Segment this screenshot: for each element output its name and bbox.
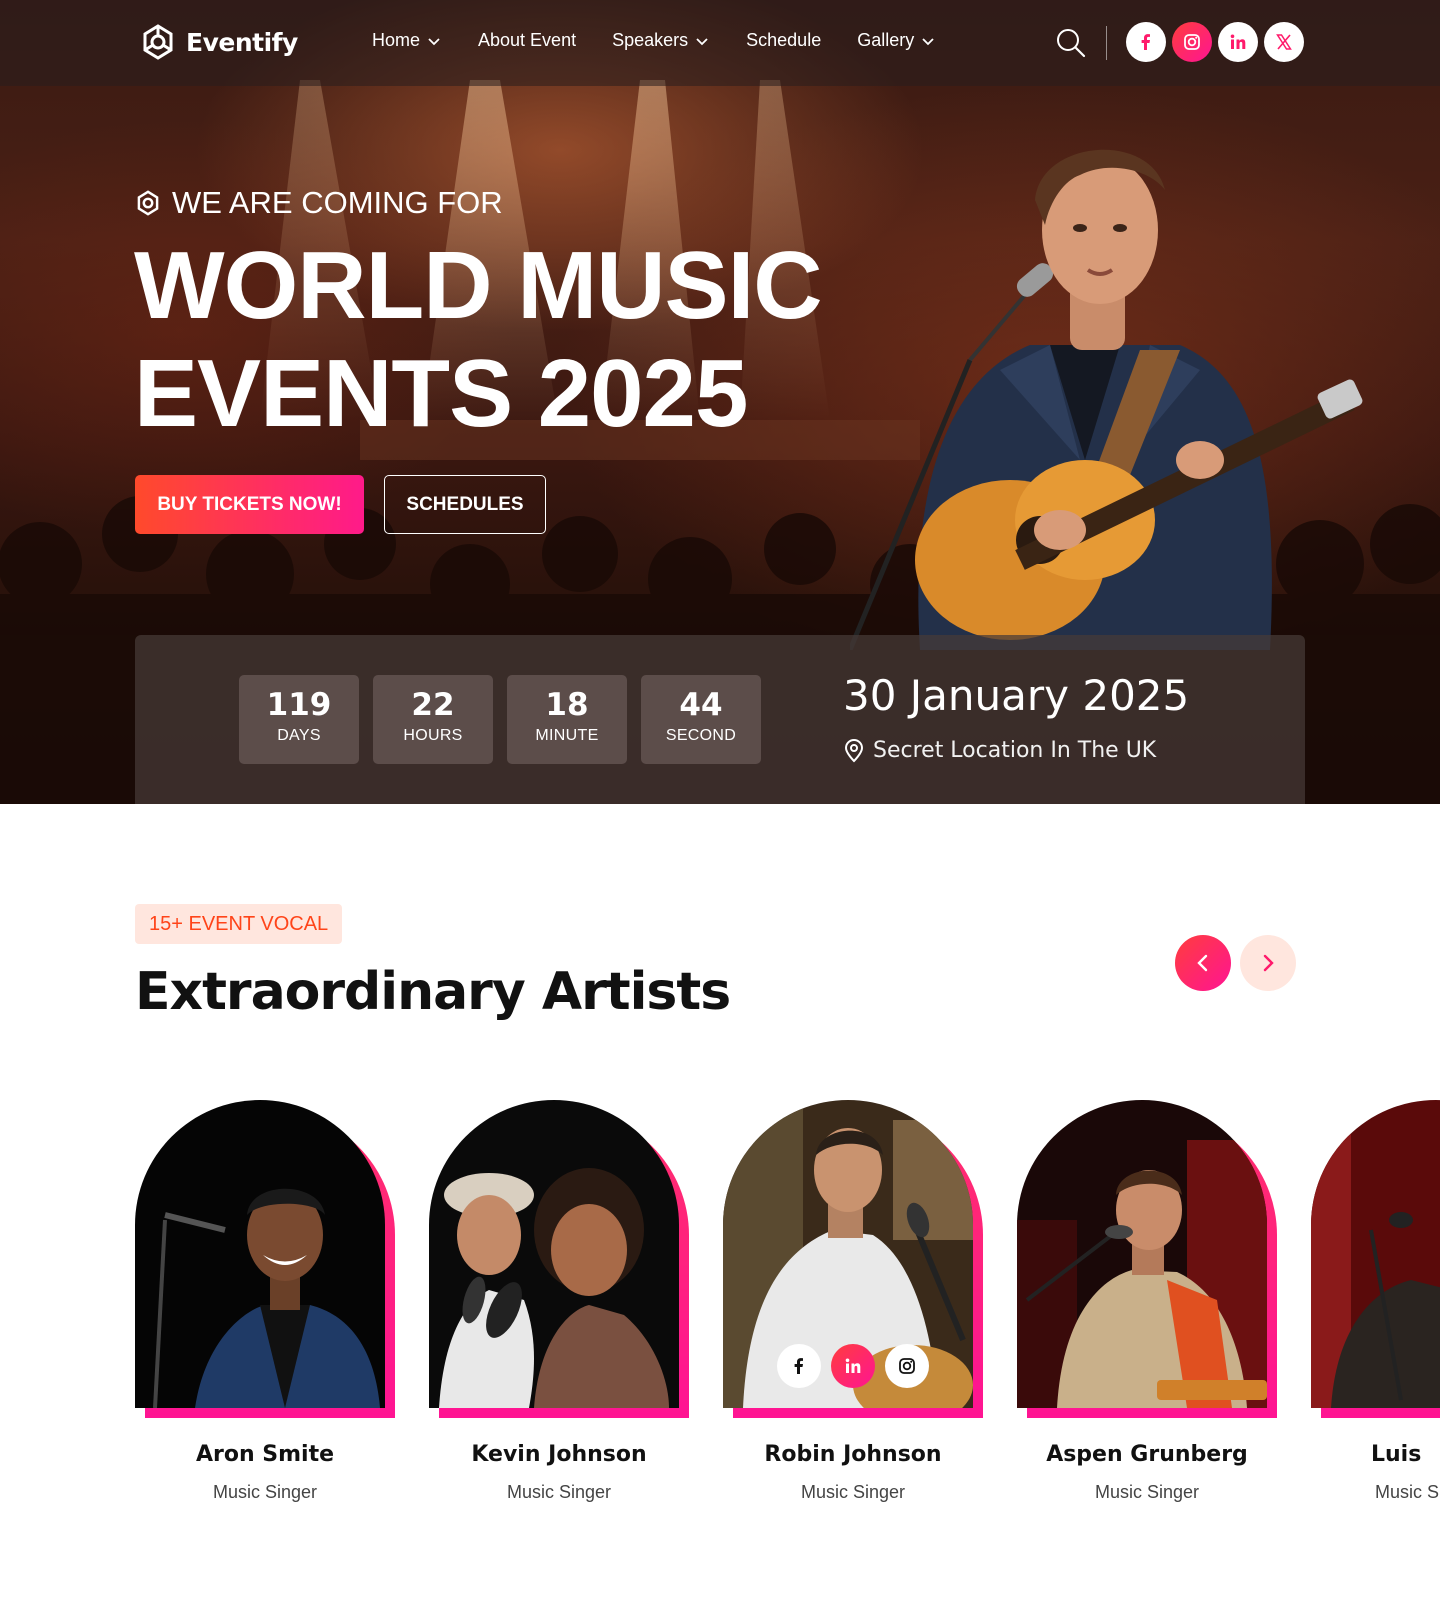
eventify-mark-icon [137,190,159,216]
artist-card[interactable]: Aron Smite Music Singer [135,1100,395,1520]
location-pin-icon [844,738,864,762]
chevron-right-icon [1263,954,1274,972]
artist-card[interactable]: Kevin Johnson Music Singer [429,1100,689,1520]
chevron-down-icon [696,37,708,45]
artist-social-links [777,1344,929,1388]
artist-role: Music Singer [506,1482,612,1502]
brand-name: Eventify [186,27,298,57]
countdown-minute-label: MINUTE [535,727,599,744]
nav-speakers-label: Speakers [612,30,689,50]
main-menu: Home About Event Speakers Schedule Galle… [372,30,936,51]
countdown-hours-label: HOURS [403,727,463,744]
artist-portrait [135,1100,385,1408]
artist-portrait [1311,1100,1440,1408]
x-link[interactable] [1264,22,1304,62]
nav-gallery-label: Gallery [857,30,915,50]
hero-kicker-text: WE ARE COMING FOR [172,185,503,220]
search-icon[interactable] [1055,27,1087,59]
nav-schedule[interactable]: Schedule [746,30,821,51]
artist-linkedin-link[interactable] [831,1344,875,1388]
countdown-second: 44 SECOND [641,675,761,764]
artist-photo [1017,1100,1267,1408]
countdown-days: 119 DAYS [239,675,359,764]
countdown-second-label: SECOND [665,727,737,744]
artist-name: Aron Smite [195,1442,335,1467]
linkedin-icon [1230,34,1246,49]
hero-kicker: WE ARE COMING FOR [134,185,503,221]
artist-role: Music Singer [212,1482,318,1502]
hero-headline: WORLD MUSIC EVENTS 2025 [134,232,823,448]
countdown-minute-value: 18 [545,687,589,723]
artist-facebook-link[interactable] [777,1344,821,1388]
countdown-second-value: 44 [679,687,723,723]
nav-home[interactable]: Home [372,30,442,51]
facebook-link[interactable] [1126,22,1166,62]
countdown-days-label: DAYS [277,727,321,744]
hero-headline-line-1: WORLD MUSIC [134,232,823,339]
linkedin-link[interactable] [1218,22,1258,62]
chevron-down-icon [428,37,440,45]
countdown-hours: 22 HOURS [373,675,493,764]
section-tag: 15+ EVENT VOCAL [135,904,343,944]
nav-about-event[interactable]: About Event [478,30,576,51]
artist-role: Music Singer [800,1482,906,1502]
nav-about-event-label: About Event [478,30,577,50]
brand-logo[interactable]: Eventify [138,22,298,62]
artist-photo [429,1100,679,1408]
nav-speakers[interactable]: Speakers [612,30,710,51]
instagram-icon [1184,34,1200,50]
artist-card[interactable]: Aspen Grunberg Music Singer [1017,1100,1277,1520]
nav-home-label: Home [372,30,421,50]
nav-gallery[interactable]: Gallery [857,30,936,51]
carousel-prev-button[interactable] [1175,935,1231,991]
event-location-text: Secret Location In The UK [873,738,1157,763]
event-location: Secret Location In The UK [843,738,1156,763]
artist-name: Luis [1371,1442,1422,1467]
artists-section-title: Extraordinary Artists [135,962,731,1022]
artist-role: Music Singer [1375,1482,1440,1502]
artist-instagram-link[interactable] [885,1344,929,1388]
facebook-icon [794,1358,803,1374]
artist-name: Aspen Grunberg [1046,1442,1248,1467]
schedules-button[interactable]: SCHEDULES [384,475,546,534]
countdown-days-value: 119 [266,687,332,723]
countdown-panel: 119 DAYS 22 HOURS 18 MINUTE 44 SECOND 30… [135,635,1305,804]
artist-portrait [429,1100,679,1408]
event-date: 30 January 2025 [843,671,1190,720]
eventify-logo-icon [143,24,173,60]
hero-section: Eventify Home About Event Speakers Sched… [0,0,1440,804]
countdown-hours-value: 22 [411,687,455,723]
chevron-left-icon [1197,954,1208,972]
header-social-links [1126,22,1304,62]
x-icon [1276,34,1292,50]
artist-portrait [1017,1100,1267,1408]
artist-card[interactable]: Luis Music Singer [1311,1100,1440,1520]
hero-singer-image [850,149,1363,650]
instagram-icon [899,1358,915,1374]
carousel-next-button[interactable] [1240,935,1296,991]
artist-role: Music Singer [1094,1482,1200,1502]
nav-schedule-label: Schedule [746,30,822,50]
buy-tickets-button[interactable]: BUY TICKETS NOW! [135,475,364,534]
linkedin-icon [845,1358,861,1373]
hero-headline-line-2: EVENTS 2025 [134,340,748,447]
facebook-icon [1141,34,1150,50]
countdown-minute: 18 MINUTE [507,675,627,764]
top-navbar: Eventify Home About Event Speakers Sched… [0,0,1440,86]
artist-name: Kevin Johnson [471,1442,647,1467]
instagram-link[interactable] [1172,22,1212,62]
artist-photo [1311,1100,1440,1408]
nav-divider [1106,26,1107,60]
artist-name: Robin Johnson [764,1442,942,1467]
chevron-down-icon [922,37,934,45]
artist-photo [135,1100,385,1408]
artist-card[interactable]: Robin Johnson Music Singer [723,1100,983,1520]
artists-carousel: Aron Smite Music Singer Kevin Johnson Mu… [135,1100,1440,1530]
